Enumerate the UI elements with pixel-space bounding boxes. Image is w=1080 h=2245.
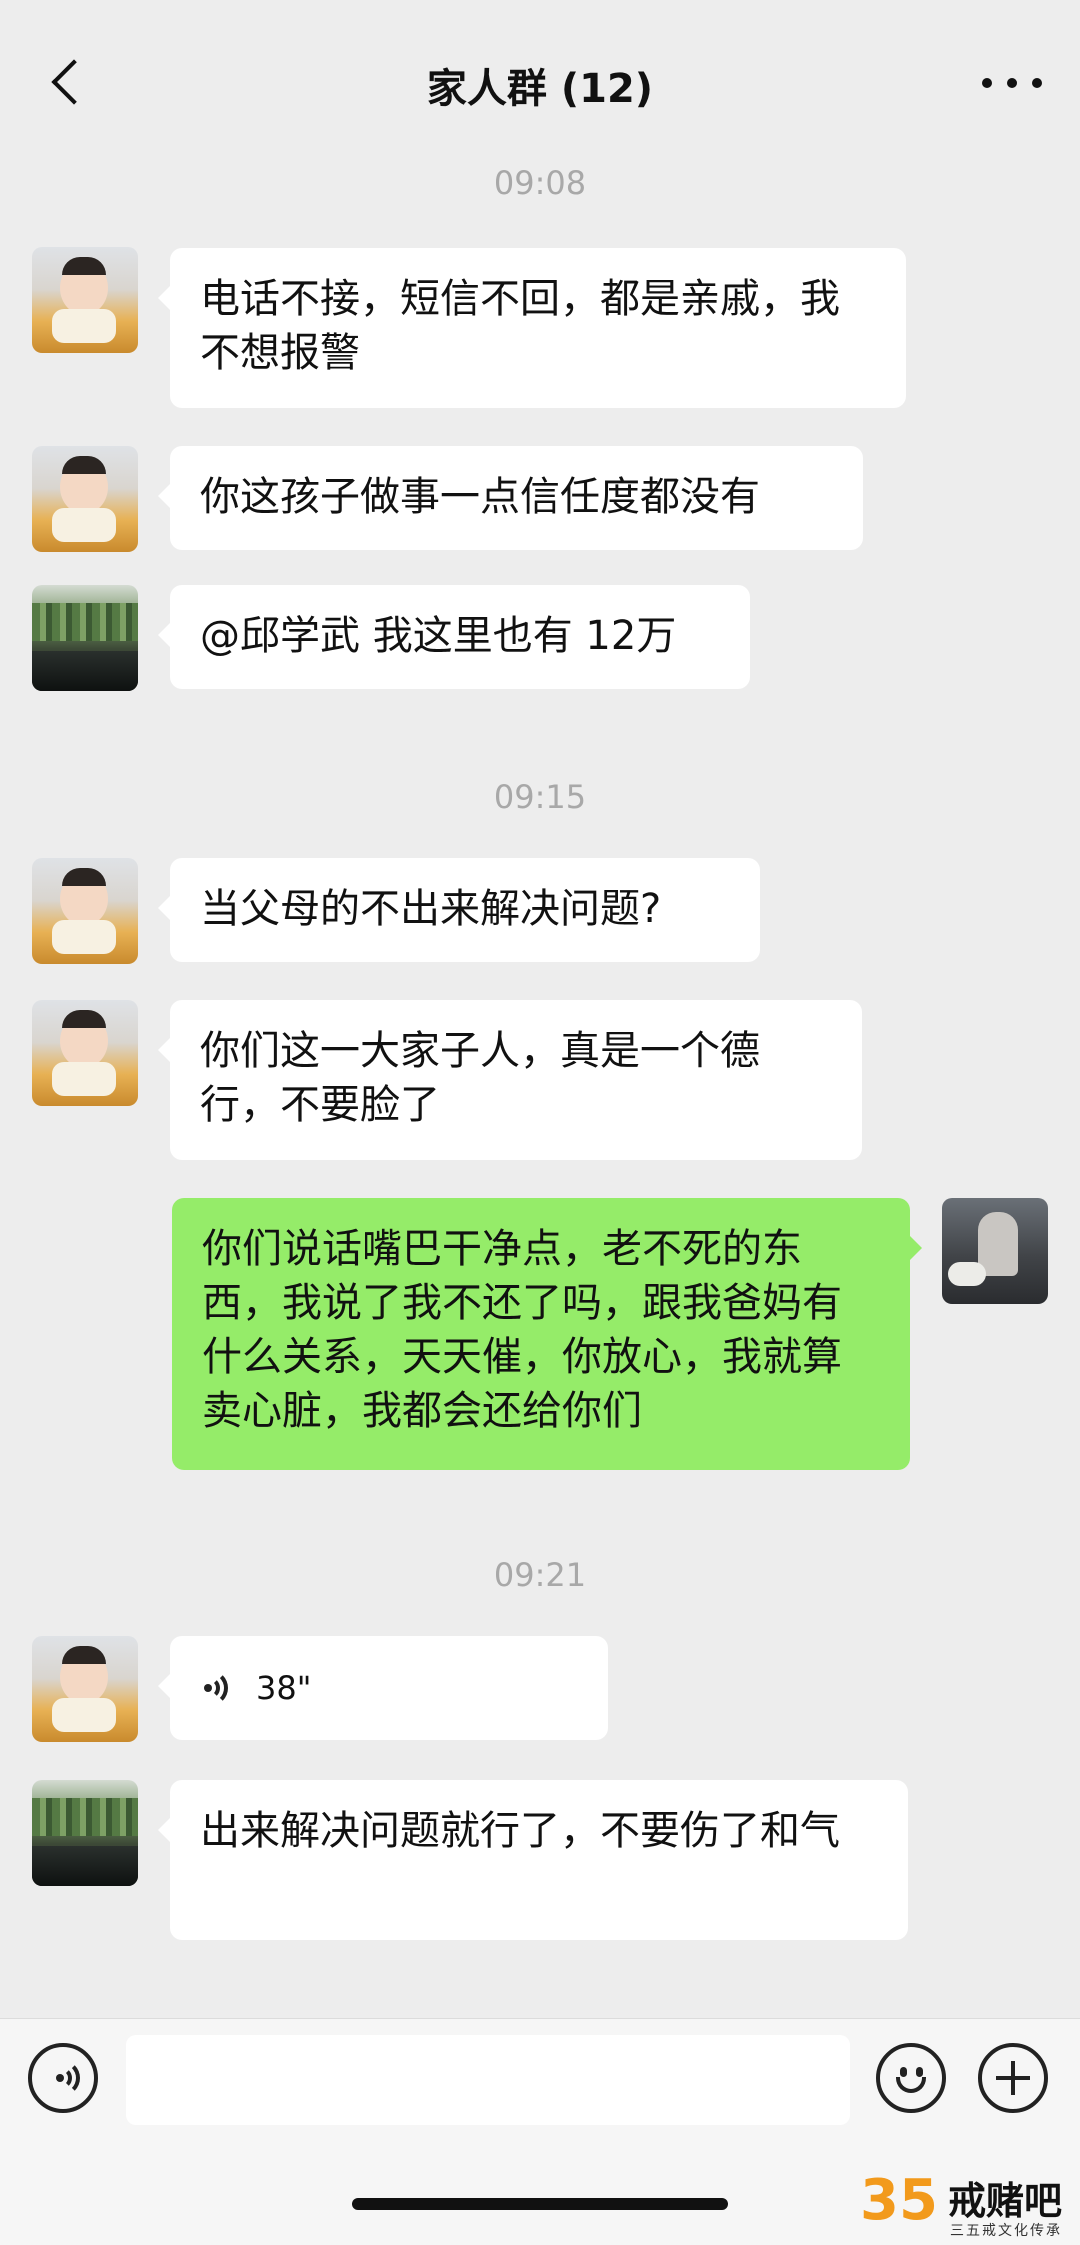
avatar-baby[interactable] [32, 1636, 138, 1742]
avatar-hair [62, 456, 106, 474]
avatar-bib [52, 1698, 116, 1732]
watermark-subtitle: 三五戒文化传承 [950, 2223, 1062, 2239]
avatar-hair [62, 257, 106, 275]
watermark-title: 戒赌吧 [948, 2179, 1063, 2223]
voice-message-bubble[interactable]: 38" [158, 1636, 608, 1740]
timestamp: 09:21 [493, 1556, 587, 1594]
avatar-car [32, 1846, 138, 1886]
voice-wave-icon [200, 1670, 234, 1706]
watermark: 35 戒赌吧 三五戒文化传承 [860, 2168, 1070, 2242]
plus-icon-vertical [1011, 2061, 1015, 2095]
chat-header: 家人群 (12) [0, 0, 1080, 160]
avatar-car [32, 651, 138, 691]
chat-screen: 家人群 (12) 09:08 电话不接，短信不回，都是亲戚，我不想报警 你这孩子… [0, 0, 1080, 2245]
voice-duration: 38" [256, 1669, 312, 1707]
avatar-hair [62, 1646, 106, 1664]
watermark-logo: 35 [860, 2168, 938, 2233]
message-input[interactable] [126, 2035, 850, 2125]
avatar-self[interactable] [942, 1198, 1048, 1304]
outgoing-message-bubble[interactable]: 你们说话嘴巴干净点，老不死的东西，我说了我不还了吗，跟我爸妈有什么关系，天天催，… [172, 1198, 922, 1470]
message-bubble[interactable]: 电话不接，短信不回，都是亲戚，我不想报警 [158, 248, 906, 408]
message-bubble[interactable]: 当父母的不出来解决问题? [158, 858, 760, 962]
avatar-bib [52, 309, 116, 343]
avatar-hair [62, 868, 106, 886]
group-title: 家人群 (12) [426, 66, 654, 112]
avatar-baby[interactable] [32, 247, 138, 353]
avatar-tree[interactable] [32, 1780, 138, 1886]
voice-input-button[interactable] [28, 2043, 98, 2113]
avatar-baby[interactable] [32, 1000, 138, 1106]
emoji-smile-icon [880, 2047, 942, 2109]
avatar-bib [52, 1062, 116, 1096]
home-indicator[interactable] [352, 2198, 728, 2210]
avatar-bib [52, 508, 116, 542]
timestamp: 09:08 [493, 164, 587, 202]
avatar-foliage [32, 1798, 138, 1836]
avatar-tree[interactable] [32, 585, 138, 691]
avatar-hair [62, 1010, 106, 1028]
add-button[interactable] [978, 2043, 1048, 2113]
message-bubble[interactable]: @邱学武 我这里也有 12万 [158, 585, 750, 689]
timestamp: 09:15 [493, 778, 587, 816]
message-bubble[interactable]: 你这孩子做事一点信任度都没有 [158, 446, 863, 550]
more-options-icon[interactable] [982, 68, 1042, 98]
voice-wave-icon [52, 2060, 86, 2096]
avatar-baby[interactable] [32, 446, 138, 552]
message-bubble[interactable]: 你们这一大家子人，真是一个德行，不要脸了 [158, 1000, 862, 1160]
avatar-baby[interactable] [32, 858, 138, 964]
avatar-dog [948, 1262, 986, 1286]
dot-icon [1032, 78, 1042, 88]
avatar-foliage [32, 603, 138, 641]
message-bubble[interactable]: 出来解决问题就行了，不要伤了和气 [158, 1780, 908, 1940]
dot-icon [982, 78, 992, 88]
avatar-bib [52, 920, 116, 954]
emoji-button[interactable] [876, 2043, 946, 2113]
dot-icon [1007, 78, 1017, 88]
